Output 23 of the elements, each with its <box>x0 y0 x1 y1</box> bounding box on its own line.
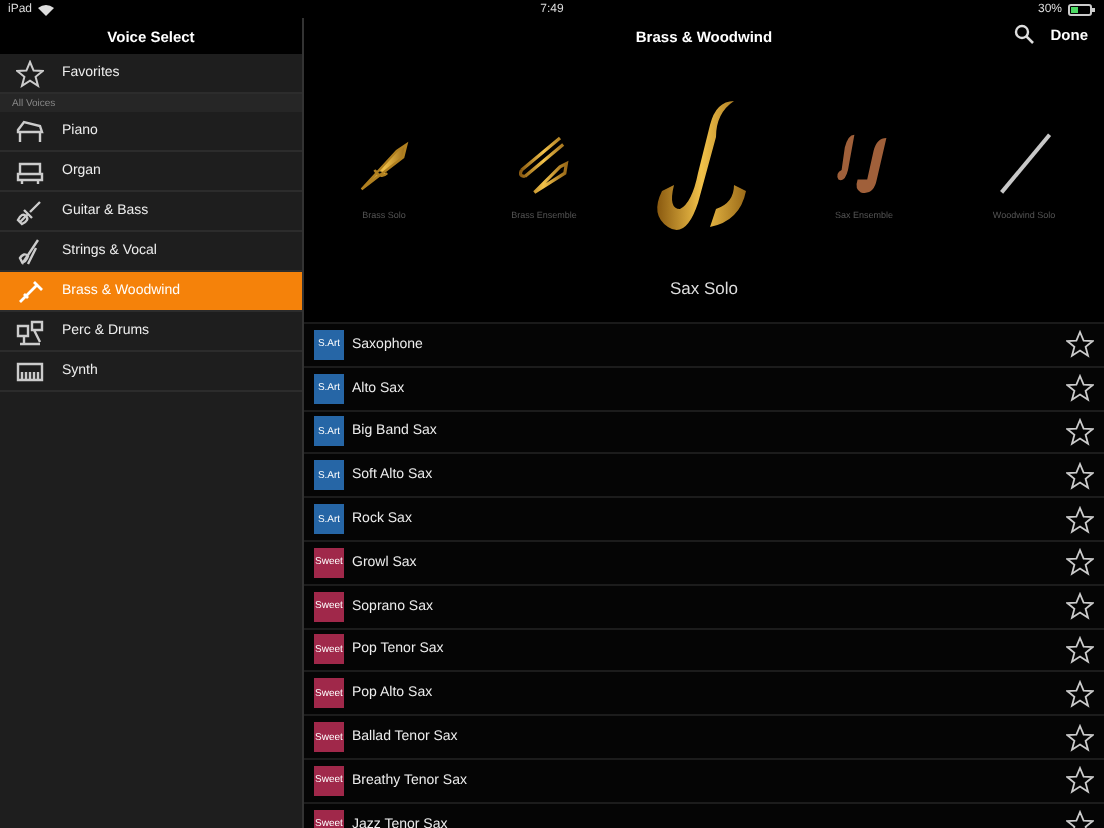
keyboard-icon <box>16 357 44 385</box>
wifi-icon <box>38 3 55 15</box>
search-icon[interactable] <box>1014 24 1035 44</box>
star-icon[interactable] <box>1066 374 1094 403</box>
star-icon[interactable] <box>1066 766 1094 795</box>
star-icon <box>16 59 44 87</box>
star-icon[interactable] <box>1066 505 1094 534</box>
star-icon[interactable] <box>1066 679 1094 708</box>
star-icon[interactable] <box>1066 548 1094 577</box>
star-icon[interactable] <box>1066 330 1094 359</box>
selected-instrument-name: Sax Solo <box>667 278 741 302</box>
star-icon[interactable] <box>1066 417 1094 446</box>
star-icon[interactable] <box>1066 461 1094 490</box>
trumpet-icon <box>16 277 44 305</box>
drum-kit-icon <box>16 317 44 345</box>
guitar-icon <box>16 197 44 225</box>
battery-icon <box>1068 3 1096 15</box>
piano-icon <box>16 117 44 145</box>
star-icon[interactable] <box>1066 635 1094 664</box>
organ-icon <box>16 157 44 185</box>
violin-icon <box>16 237 44 265</box>
star-icon[interactable] <box>1066 592 1094 621</box>
star-icon[interactable] <box>1066 723 1094 752</box>
